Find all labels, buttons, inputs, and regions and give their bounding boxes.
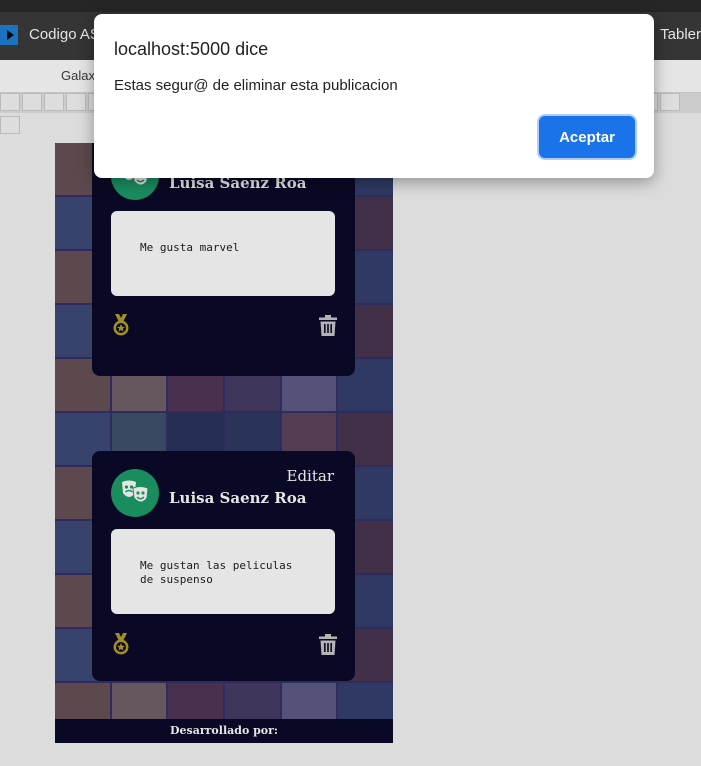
accept-button[interactable]: Aceptar bbox=[539, 116, 635, 158]
alert-dialog: localhost:5000 dice Estas segur@ de elim… bbox=[94, 14, 654, 178]
dialog-title: localhost:5000 dice bbox=[114, 39, 269, 59]
dialog-message: Estas segur@ de eliminar esta publicacio… bbox=[114, 77, 398, 94]
